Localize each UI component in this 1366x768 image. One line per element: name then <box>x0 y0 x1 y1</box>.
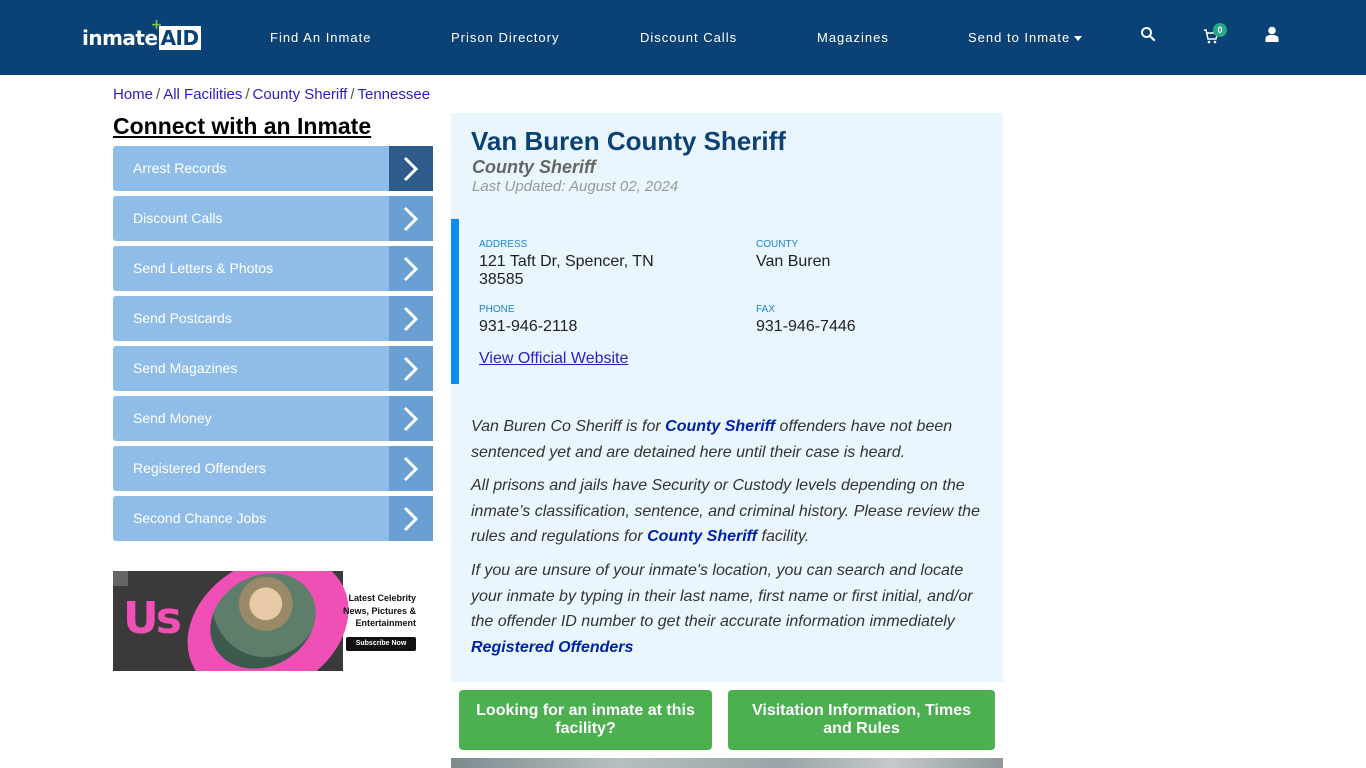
user-icon[interactable] <box>1265 26 1285 46</box>
breadcrumb-tennessee[interactable]: Tennessee <box>358 86 431 103</box>
facility-photo <box>451 758 1003 768</box>
breadcrumb-county-sheriff[interactable]: County Sheriff <box>253 86 348 103</box>
ad-subscribe-button[interactable]: Subscribe Now <box>346 637 416 651</box>
caret-down-icon <box>1074 36 1083 42</box>
chevron-right-icon <box>389 396 433 441</box>
ad-headline: Latest Celebrity News, Pictures & Entert… <box>342 593 416 628</box>
phone-value: 931-946-2118 <box>479 318 578 335</box>
us-weekly-logo: Us <box>123 593 182 644</box>
phone-label: PHONE <box>479 304 515 315</box>
nav-prison-directory[interactable]: Prison Directory <box>451 30 559 45</box>
chevron-right-icon <box>389 446 433 491</box>
county-label: COUNTY <box>756 239 799 250</box>
address-value: 121 Taft Dr, Spencer, TN 38585 <box>479 253 654 288</box>
search-icon[interactable] <box>1140 26 1160 46</box>
sidebar-item-second-chance-jobs[interactable]: Second Chance Jobs <box>113 496 433 541</box>
breadcrumb: Home / All Facilities / County Sheriff / Tenne… <box>113 86 431 103</box>
county-sheriff-link[interactable]: County Sheriff <box>647 528 757 545</box>
fax-value: 931-946-7446 <box>756 318 856 335</box>
address-label: ADDRESS <box>479 239 528 250</box>
sidebar-title: Connect with an Inmate <box>113 113 372 139</box>
nav-discount-calls[interactable]: Discount Calls <box>640 30 737 45</box>
chevron-right-icon <box>389 296 433 341</box>
chevron-right-icon <box>389 496 433 541</box>
official-website-link[interactable]: View Official Website <box>479 350 628 368</box>
chevron-right-icon <box>389 346 433 391</box>
sidebar-item-send-postcards[interactable]: Send Postcards <box>113 296 433 341</box>
chevron-right-icon <box>389 146 433 191</box>
chevron-right-icon <box>389 196 433 241</box>
breadcrumb-all-facilities[interactable]: All Facilities <box>163 86 242 103</box>
sidebar-item-send-magazines[interactable]: Send Magazines <box>113 346 433 391</box>
sidebar-item-arrest-records[interactable]: Arrest Records <box>113 146 433 191</box>
visitation-info-button[interactable]: Visitation Information, Times and Rules <box>728 690 995 750</box>
sidebar-item-registered-offenders[interactable]: Registered Offenders <box>113 446 433 491</box>
county-value: Van Buren <box>756 253 831 270</box>
sidebar-item-send-money[interactable]: Send Money <box>113 396 433 441</box>
description-paragraph-1: Van Buren Co Sheriff is for County Sheri… <box>471 418 953 461</box>
sidebar-menu: Arrest Records Discount Calls Send Lette… <box>113 146 433 546</box>
sidebar-item-send-letters-photos[interactable]: Send Letters & Photos <box>113 246 433 291</box>
nav-send-to-inmate[interactable]: Send to Inmate <box>968 30 1083 45</box>
fax-label: FAX <box>756 304 775 315</box>
description-paragraph-3: If you are unsure of your inmate's locat… <box>471 562 973 656</box>
breadcrumb-home[interactable]: Home <box>113 86 153 103</box>
cart-count-badge: 0 <box>1213 23 1227 37</box>
us-weekly-ad-banner[interactable]: Us Latest Celebrity News, Pictures & Ent… <box>113 571 416 671</box>
top-navbar: inmate + AID Find An Inmate Prison Directo… <box>0 0 1366 75</box>
facility-name: Van Buren County Sheriff <box>471 126 786 156</box>
plus-icon: + <box>150 17 163 33</box>
registered-offenders-link[interactable]: Registered Offenders <box>471 639 633 656</box>
info-accent-bar <box>451 219 459 384</box>
last-updated: Last Updated: August 02, 2024 <box>472 178 679 195</box>
nav-magazines[interactable]: Magazines <box>817 30 889 45</box>
description-paragraph-2: All prisons and jails have Security or C… <box>471 477 980 545</box>
inmateaid-logo[interactable]: inmate + AID <box>82 17 201 50</box>
chevron-right-icon <box>389 246 433 291</box>
nav-find-an-inmate[interactable]: Find An Inmate <box>270 30 371 45</box>
sidebar-item-discount-calls[interactable]: Discount Calls <box>113 196 433 241</box>
find-inmate-button[interactable]: Looking for an inmate at this facility? <box>459 690 712 750</box>
county-sheriff-link[interactable]: County Sheriff <box>665 418 775 435</box>
facility-type: County Sheriff <box>472 157 596 177</box>
